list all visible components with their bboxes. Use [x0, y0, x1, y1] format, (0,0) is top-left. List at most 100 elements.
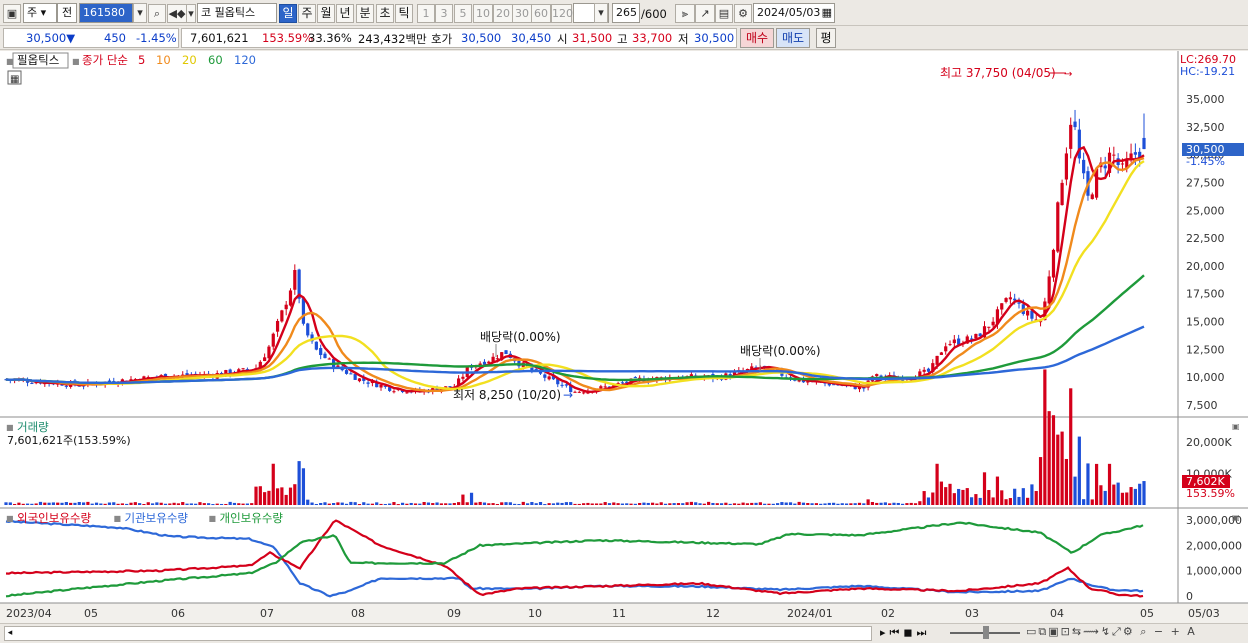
candle-body	[1013, 298, 1017, 301]
speaker-icon[interactable]: ◀◆	[167, 4, 187, 23]
drawing-tool-icon[interactable]: ↗	[695, 4, 715, 23]
volume-bar	[465, 502, 469, 505]
candle-body	[271, 333, 275, 347]
volume-bar	[314, 503, 318, 505]
code-dropdown-icon[interactable]: ▾	[133, 3, 147, 23]
interval-button-3[interactable]: 3	[435, 4, 453, 23]
volume-bar	[603, 502, 607, 505]
interval-button-120[interactable]: 120	[551, 4, 573, 23]
volume-bar	[219, 503, 224, 505]
ma-period-label: 120	[234, 53, 256, 67]
volume-bar	[232, 502, 237, 505]
volume-bar	[957, 488, 961, 505]
market-select[interactable]: 주 ▾	[23, 3, 57, 23]
period-button-1[interactable]: 주	[298, 4, 316, 23]
turnover: 33.36%	[308, 31, 352, 45]
gear-icon[interactable]: ⚙	[734, 4, 752, 23]
interval-button-20[interactable]: 20	[493, 4, 513, 23]
sell-button[interactable]: 매도	[776, 28, 810, 48]
candle-body	[1090, 194, 1094, 200]
stock-name-box[interactable]: 코 필옵틱스	[197, 3, 277, 23]
period-button-5[interactable]: 초	[376, 4, 394, 23]
volume-bar	[461, 494, 465, 505]
candle-type-icon[interactable]: ⫸	[675, 4, 695, 23]
volume-bar	[582, 503, 586, 505]
volume-bar	[741, 502, 745, 505]
volume-bar	[801, 502, 806, 505]
volume-bar	[482, 502, 487, 505]
volume-bar	[642, 502, 646, 505]
period-button-3[interactable]: 년	[336, 4, 354, 23]
price-tick: 15,000	[1186, 316, 1225, 329]
candle-body	[582, 392, 586, 394]
interval-button-60[interactable]: 60	[531, 4, 551, 23]
volume-bar	[793, 503, 797, 505]
candle-body	[573, 391, 577, 393]
candle-body	[1000, 303, 1004, 310]
volume-value: 7,601,621	[190, 31, 249, 45]
volume-bar	[508, 502, 512, 505]
period-button-6[interactable]: 틱	[395, 4, 413, 23]
volume-bar	[1077, 436, 1081, 505]
playback-controls[interactable]: ▸⏮◼⏭	[880, 626, 930, 640]
volume-bar	[1056, 434, 1060, 505]
scroll-track[interactable]	[4, 626, 872, 641]
volume-bar	[30, 503, 34, 505]
interval-dropdown-icon[interactable]: ▾	[594, 3, 608, 23]
volume-bar	[935, 463, 939, 505]
volume-bar	[344, 503, 349, 505]
date-tick: 2024/01	[787, 607, 833, 620]
scroll-left-icon[interactable]: ◂	[4, 626, 16, 641]
save-icon[interactable]: ▤	[715, 4, 733, 23]
candle-body	[599, 386, 603, 389]
volume-bar	[857, 502, 862, 505]
dividend-annotation-1: 배당락(0.00%)	[480, 330, 561, 344]
volume-bar	[1099, 485, 1103, 505]
volume-bar	[948, 483, 952, 505]
volume-bar	[500, 502, 504, 505]
volume-bar	[750, 502, 754, 505]
volume-bar	[172, 502, 176, 505]
calendar-icon[interactable]: ▦	[822, 4, 832, 22]
candle-body	[319, 348, 323, 356]
volume-bar	[862, 503, 866, 505]
period-button-0[interactable]: 일	[279, 4, 297, 23]
interval-button-1[interactable]: 1	[417, 4, 435, 23]
volume-bar	[913, 503, 918, 505]
interval-button-10[interactable]: 10	[473, 4, 493, 23]
stock-chart[interactable]: 35,00032,50030,00027,50025,00022,50020,0…	[0, 51, 1248, 624]
candle-body	[926, 368, 931, 372]
zoom-slider-thumb[interactable]	[983, 626, 989, 639]
date-tick: 02	[881, 607, 895, 620]
window-menu-icon[interactable]: ▣	[3, 4, 21, 23]
candle-body	[939, 352, 944, 355]
search-icon[interactable]: ⌕	[148, 4, 166, 23]
volume-bar	[775, 503, 780, 505]
interval-button-5[interactable]: 5	[454, 4, 472, 23]
volume-bar	[763, 503, 767, 505]
period-button-4[interactable]: 분	[356, 4, 374, 23]
volume-bar	[702, 503, 706, 505]
low-label: 저	[678, 32, 689, 46]
mode-select[interactable]: 전	[57, 3, 77, 23]
volume-bar	[103, 503, 107, 505]
interval-button-30[interactable]: 30	[512, 4, 532, 23]
buy-button[interactable]: 매수	[740, 28, 774, 48]
volume-bar	[448, 503, 452, 505]
count-input[interactable]: 265	[612, 3, 640, 23]
candle-body	[935, 355, 939, 365]
speaker-dropdown-icon[interactable]: ▾	[186, 4, 196, 23]
stock-code-input[interactable]: 161580	[79, 3, 133, 23]
candle-body	[1047, 276, 1051, 304]
period-button-2[interactable]: 월	[317, 4, 335, 23]
holding-legend-handle: ■	[6, 514, 14, 523]
open-label: 시	[557, 32, 568, 46]
volume-bar	[590, 503, 594, 505]
chart-tools-icons[interactable]: ▭⧉▣⊡⇆⟿↯⤢⚙ ⌕ − + A	[1026, 625, 1197, 639]
volume-bar	[1112, 484, 1116, 505]
volume-bar	[271, 463, 275, 505]
evaluation-button[interactable]: 평	[816, 28, 836, 48]
candle-body	[1004, 298, 1008, 302]
date-input[interactable]: 2024/05/03 ▦	[753, 3, 835, 23]
volume-bar	[663, 503, 668, 505]
